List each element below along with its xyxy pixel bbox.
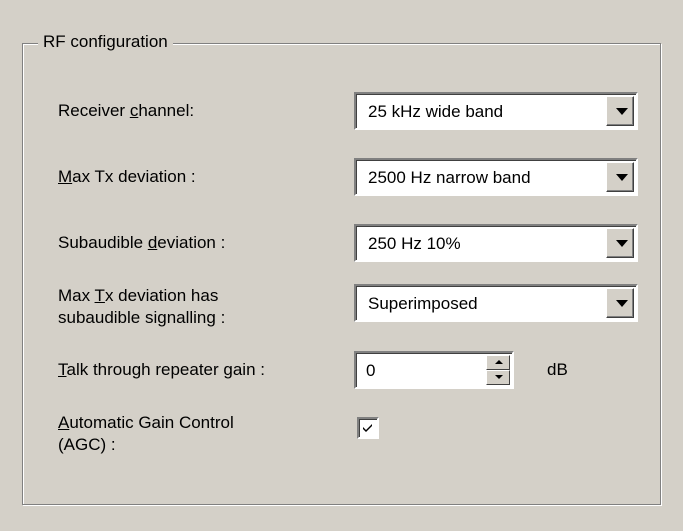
gain-unit-label: dB bbox=[547, 360, 568, 379]
agc-label: Automatic Gain Control (AGC) : bbox=[58, 413, 234, 454]
chevron-down-icon bbox=[616, 108, 628, 115]
talk-through-gain-label: Talk through repeater gain : bbox=[58, 360, 265, 379]
groupbox-title: RF configuration bbox=[38, 31, 173, 53]
subaudible-deviation-label: Subaudible deviation : bbox=[58, 233, 226, 252]
max-tx-subaudible-dropdown-button[interactable] bbox=[606, 288, 634, 318]
receiver-channel-dropdown-button[interactable] bbox=[606, 96, 634, 126]
max-tx-deviation-select[interactable]: 2500 Hz narrow band bbox=[354, 158, 638, 196]
chevron-down-icon bbox=[616, 174, 628, 181]
talk-through-gain-spinner[interactable]: 0 bbox=[354, 351, 514, 389]
max-tx-deviation-dropdown-button[interactable] bbox=[606, 162, 634, 192]
chevron-down-icon bbox=[616, 300, 628, 307]
max-tx-subaudible-value: Superimposed bbox=[368, 294, 478, 313]
talk-through-gain-value[interactable]: 0 bbox=[366, 360, 375, 382]
max-tx-deviation-value: 2500 Hz narrow band bbox=[368, 168, 531, 187]
max-tx-subaudible-label: Max Tx deviation has subaudible signalli… bbox=[58, 286, 226, 327]
subaudible-deviation-value: 250 Hz 10% bbox=[368, 234, 461, 253]
spin-buttons bbox=[486, 355, 510, 385]
check-icon bbox=[363, 424, 372, 432]
spin-down-button[interactable] bbox=[486, 370, 510, 385]
receiver-channel-label: Receiver channel: bbox=[58, 101, 195, 120]
receiver-channel-select[interactable]: 25 kHz wide band bbox=[354, 92, 638, 130]
max-tx-subaudible-select[interactable]: Superimposed bbox=[354, 284, 638, 322]
agc-checkbox[interactable] bbox=[357, 417, 379, 439]
spin-up-button[interactable] bbox=[486, 355, 510, 370]
spin-down-icon bbox=[495, 375, 503, 379]
max-tx-deviation-label: Max Tx deviation : bbox=[58, 167, 196, 186]
spin-up-icon bbox=[495, 360, 503, 364]
chevron-down-icon bbox=[616, 240, 628, 247]
subaudible-deviation-dropdown-button[interactable] bbox=[606, 228, 634, 258]
subaudible-deviation-select[interactable]: 250 Hz 10% bbox=[354, 224, 638, 262]
receiver-channel-value: 25 kHz wide band bbox=[368, 102, 504, 121]
